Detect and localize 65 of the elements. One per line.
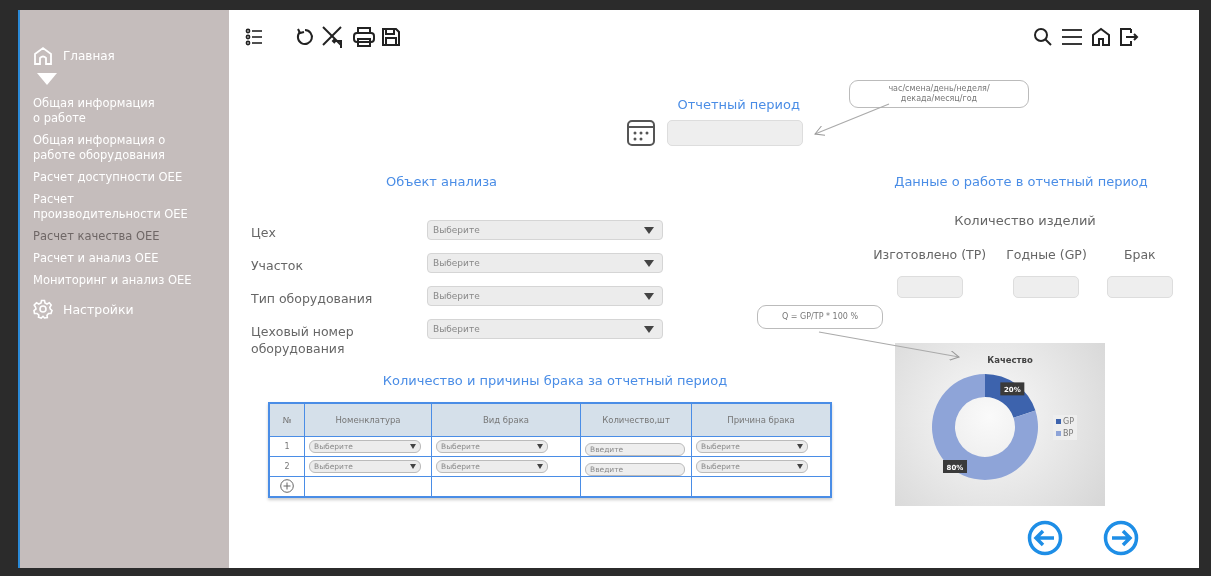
dropdown-arrow-icon — [410, 464, 416, 469]
field-label: Брак — [1123, 247, 1156, 262]
home-icon — [33, 46, 53, 66]
dropdown-arrow-icon — [797, 444, 803, 449]
dropdown[interactable]: Выберите — [427, 253, 663, 273]
section-title: Отчетный период — [677, 97, 800, 112]
sidebar-item[interactable]: Общая информация о работе — [33, 96, 223, 126]
field-label: Участок — [251, 257, 304, 274]
column-header: Количество,шт — [580, 403, 692, 437]
dropdown-arrow-icon — [410, 444, 416, 449]
menu-icon[interactable] — [1061, 27, 1083, 47]
section-title: Объект анализа — [386, 174, 499, 189]
table-cell: 2 — [269, 456, 305, 477]
list-icon[interactable] — [245, 28, 263, 46]
dropdown[interactable]: Выберите — [427, 286, 663, 306]
field-label: Годные (GP) — [1006, 247, 1087, 262]
exit-icon[interactable] — [1119, 27, 1139, 47]
search-icon[interactable] — [1033, 27, 1053, 47]
save-icon[interactable] — [381, 27, 401, 47]
sidebar-item[interactable]: Мониторинг и анализ OEE — [33, 273, 223, 288]
calendar-icon[interactable] — [627, 120, 655, 146]
sidebar-item[interactable]: Расчет доступности OEE — [33, 170, 223, 185]
settings-icon — [33, 299, 53, 319]
dropdown-arrow-icon — [644, 325, 654, 333]
field-label: Цеховый номер оборудования — [251, 323, 355, 357]
field-label: Изготовлено (TP) — [873, 247, 987, 262]
home-icon[interactable] — [1091, 27, 1111, 47]
legend-swatch — [1056, 430, 1061, 436]
dropdown[interactable]: Выберите — [427, 319, 663, 339]
legend-label: GP — [1063, 416, 1074, 426]
callout: Q = GP/TP * 100 % — [757, 305, 883, 329]
dropdown-arrow-icon — [797, 464, 803, 469]
refresh-icon[interactable] — [295, 27, 315, 47]
sidebar-item[interactable]: Расчет качества OEE — [33, 229, 223, 244]
column-header: Причина брака — [691, 403, 831, 437]
sidebar-item[interactable]: Главная — [63, 49, 115, 63]
legend-swatch — [1056, 418, 1061, 424]
table-cell: 1 — [269, 436, 305, 457]
sidebar-item[interactable]: Общая информация о работе оборудования — [33, 133, 223, 163]
dropdown[interactable]: Выберите — [427, 220, 663, 240]
field-label: Тип оборудования — [251, 290, 374, 307]
section-title: Данные о работе в отчетный период — [894, 174, 1148, 189]
subtitle: Количество изделий — [954, 213, 1096, 228]
section-title: Количество и причины брака за отчетный период — [382, 373, 728, 388]
dropdown-arrow-icon — [644, 259, 654, 267]
count-field[interactable] — [1106, 276, 1173, 298]
count-field[interactable] — [1013, 276, 1080, 298]
field-label: Цех — [251, 224, 277, 241]
count-field[interactable] — [896, 276, 963, 298]
add-row-icon[interactable] — [280, 478, 294, 493]
dropdown-arrow-icon — [537, 464, 543, 469]
dropdown-arrow-icon — [644, 226, 654, 234]
sidebar-item[interactable]: Расчет производительности OEE — [33, 192, 223, 222]
callout: час/смена/день/неделя/ декада/месяц/год — [849, 80, 1029, 108]
column-header: Вид брака — [431, 403, 581, 437]
chart-title: Качество — [987, 355, 1033, 365]
column-header: № — [269, 403, 305, 437]
legend-label: BP — [1063, 428, 1074, 438]
printer-icon[interactable] — [353, 27, 375, 47]
dropdown-arrow-icon — [644, 292, 654, 300]
period-field[interactable] — [667, 120, 803, 146]
column-header: Номенклатура — [304, 403, 432, 437]
sidebar-item[interactable]: Настройки — [63, 301, 134, 317]
dropdown-arrow-icon — [537, 444, 543, 449]
sidebar-item[interactable]: Расчет и анализ OEE — [33, 251, 223, 266]
